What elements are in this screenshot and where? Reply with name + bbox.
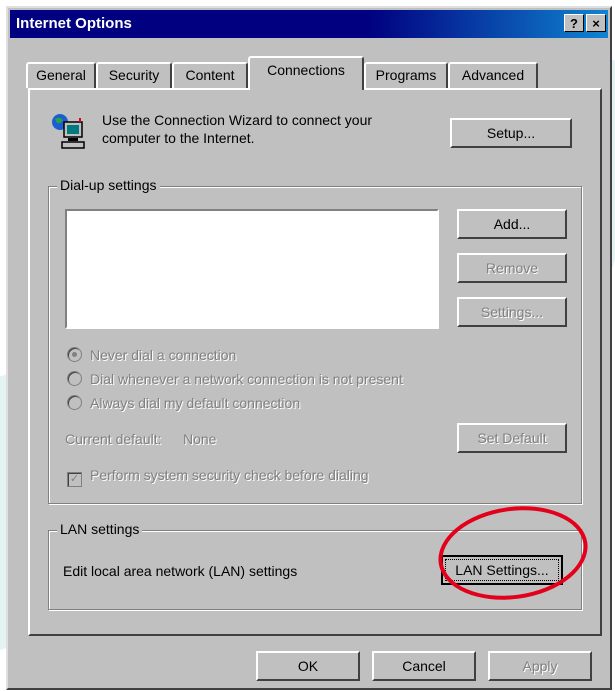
lan-settings-group-label: LAN settings: [57, 521, 143, 537]
security-check-option[interactable]: ✓ Perform system security check before di…: [67, 467, 369, 487]
tab-programs[interactable]: Programs: [364, 62, 448, 88]
tab-connections[interactable]: Connections: [248, 56, 364, 90]
window-title: Internet Options: [16, 15, 132, 32]
title-bar[interactable]: Internet Options ? ×: [10, 10, 608, 38]
apply-button[interactable]: Apply: [488, 651, 592, 681]
ok-button[interactable]: OK: [256, 651, 360, 681]
wizard-text-line1: Use the Connection Wizard to connect you…: [102, 112, 373, 128]
radio-never-dial[interactable]: Never dial a connection: [67, 347, 236, 363]
radio-label: Never dial a connection: [90, 347, 237, 363]
help-button[interactable]: ?: [564, 14, 584, 32]
radio-button[interactable]: [67, 371, 82, 386]
setup-button[interactable]: Setup...: [450, 118, 572, 148]
wizard-text-line2: computer to the Internet.: [102, 130, 255, 146]
radio-button[interactable]: [67, 347, 82, 362]
dialup-settings-group: Dial-up settings Add... Remove Settings.…: [48, 177, 582, 504]
current-default-label: Current default:: [65, 431, 162, 447]
security-check-label: Perform system security check before dia…: [90, 467, 369, 483]
radio-label: Dial whenever a network connection is no…: [90, 371, 403, 387]
settings-button[interactable]: Settings...: [457, 297, 567, 327]
close-button[interactable]: ×: [586, 14, 606, 32]
radio-label: Always dial my default connection: [90, 395, 301, 411]
tab-content[interactable]: Content: [172, 62, 248, 88]
current-default-value: None: [183, 431, 217, 447]
checkbox[interactable]: ✓: [67, 472, 82, 487]
radio-dial-whenever[interactable]: Dial whenever a network connection is no…: [67, 371, 403, 387]
tab-security[interactable]: Security: [96, 62, 172, 88]
cancel-button[interactable]: Cancel: [372, 651, 476, 681]
tab-advanced[interactable]: Advanced: [448, 62, 538, 88]
lan-description: Edit local area network (LAN) settings: [63, 563, 298, 579]
dialup-settings-label: Dial-up settings: [57, 177, 160, 193]
set-default-button[interactable]: Set Default: [457, 423, 567, 453]
radio-always-dial[interactable]: Always dial my default connection: [67, 395, 300, 411]
tab-general[interactable]: General: [26, 62, 96, 88]
radio-button[interactable]: [67, 395, 82, 410]
connection-wizard-icon: [52, 114, 85, 149]
add-button[interactable]: Add...: [457, 209, 567, 239]
remove-button[interactable]: Remove: [457, 253, 567, 283]
dialup-connections-list[interactable]: [65, 209, 439, 329]
